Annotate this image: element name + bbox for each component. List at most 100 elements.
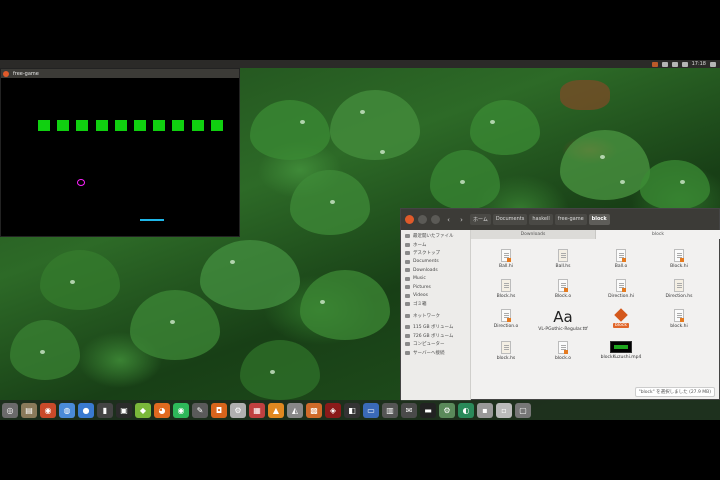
sidebar-item[interactable]: Videos [401, 292, 470, 301]
file-item[interactable]: block.o [533, 341, 593, 371]
file-item[interactable]: Block.o [533, 279, 593, 309]
maximize-icon[interactable] [431, 215, 440, 224]
text-editor-icon[interactable]: ✎ [192, 402, 208, 418]
sidebar-item[interactable]: ホーム [401, 241, 470, 250]
sidebar-item[interactable]: Documents [401, 258, 470, 267]
file-item[interactable]: blockKuzushi.mp4 [591, 341, 651, 371]
document-icon [501, 249, 511, 262]
network-icon[interactable] [671, 61, 678, 67]
water-drop [70, 280, 75, 284]
file-item[interactable]: Ball.hs [533, 249, 593, 279]
sidebar-item[interactable]: コンピューター [401, 340, 470, 349]
tab[interactable]: Downloads [471, 230, 596, 239]
file-item[interactable]: Direction.hi [591, 279, 651, 309]
office-icon[interactable]: ▦ [249, 402, 265, 418]
file-item[interactable]: Direction.o [476, 309, 536, 339]
file-item[interactable]: Direction.hs [649, 279, 709, 309]
game-canvas[interactable] [1, 78, 239, 236]
mail-icon[interactable]: ✉ [401, 402, 417, 418]
sidebar-item[interactable]: Pictures [401, 283, 470, 292]
drive-icon[interactable]: ▪ [477, 402, 493, 418]
console-icon[interactable]: ▬ [420, 402, 436, 418]
forward-arrow-icon[interactable]: › [457, 216, 466, 224]
globe-icon[interactable]: ◐ [458, 402, 474, 418]
sidebar-item[interactable]: サーバーへ接続 [401, 349, 470, 358]
close-icon[interactable] [405, 215, 414, 224]
sidebar-item[interactable]: ネットワーク [401, 312, 470, 321]
sidebar-item[interactable]: ゴミ箱 [401, 300, 470, 309]
clover-leaf [250, 100, 330, 160]
breadcrumb-item[interactable]: ホーム [470, 214, 491, 225]
line-icon[interactable]: ◉ [173, 402, 189, 418]
disk-icon[interactable]: ▫ [496, 402, 512, 418]
file-item[interactable]: Aa VL-PGothic-Regular.ttf [533, 309, 593, 339]
file-item[interactable]: block.hs [476, 341, 536, 371]
android-icon[interactable]: ◆ [135, 402, 151, 418]
photos-icon[interactable]: ▩ [306, 402, 322, 418]
water-drop [320, 300, 325, 304]
water-drop [600, 155, 605, 159]
file-item[interactable]: Block.hs [476, 279, 536, 309]
monitor-icon[interactable]: ▭ [363, 402, 379, 418]
chrome-icon[interactable]: ◍ [59, 402, 75, 418]
network-icon[interactable]: ▥ [382, 402, 398, 418]
breadcrumb-item[interactable]: haskell [529, 214, 553, 225]
update-icon[interactable] [651, 61, 658, 67]
terminal-icon[interactable]: ▮ [97, 402, 113, 418]
sidebar-item[interactable]: デスクトップ [401, 249, 470, 258]
clover-leaf [130, 290, 220, 360]
settings-icon[interactable]: ⚙ [230, 402, 246, 418]
document-icon [501, 309, 511, 322]
vlc-icon[interactable]: ▲ [268, 402, 284, 418]
back-arrow-icon[interactable]: ‹ [444, 216, 453, 224]
folder-icon [405, 342, 410, 347]
clock[interactable]: 17:18 [692, 61, 706, 67]
sidebar-item[interactable]: 最近開いたファイル [401, 232, 470, 241]
panel-indicators: 17:18 [651, 60, 716, 68]
game-window[interactable]: free-game [0, 68, 240, 237]
firefox-icon[interactable]: ◕ [154, 402, 170, 418]
game-titlebar[interactable]: free-game [1, 69, 239, 78]
unity-icon[interactable]: ◭ [287, 402, 303, 418]
breadcrumb-item[interactable]: free-game [554, 214, 587, 225]
sidebar-item[interactable]: 115 GB ボリューム [401, 323, 470, 332]
sidebar-item[interactable]: Downloads [401, 266, 470, 275]
file-manager-window[interactable]: ‹ › ホーム Documents haskell free-game block 最近… [400, 208, 720, 401]
trash-icon[interactable]: ▢ [515, 402, 531, 418]
files-icon[interactable]: ▤ [21, 402, 37, 418]
dry-leaf [560, 80, 610, 110]
wine-icon[interactable]: ◈ [325, 402, 341, 418]
brick-block [76, 120, 89, 131]
file-manager-titlebar[interactable]: ‹ › ホーム Documents haskell free-game block [401, 209, 719, 230]
power-icon[interactable] [710, 61, 716, 67]
clion-icon[interactable]: ▣ [116, 402, 132, 418]
minimize-icon[interactable] [418, 215, 427, 224]
browser-icon[interactable]: ◉ [40, 402, 56, 418]
tab[interactable]: block [596, 230, 720, 239]
launcher-dock: ◎ ▤ ◉ ◍ ● ▮ ▣ ◆ ◕ ◉ ✎ ◘ ⚙ ▦ ▲ ◭ ▩ ◈ ◧ ▭ ▥ ✉ ▬ ⚙ ◐ ▪ ▫ ▢ [0, 400, 720, 420]
folder-icon [405, 293, 410, 298]
sidebar-item[interactable]: 726 GB ボリューム [401, 332, 470, 341]
sidebar-item-label: ホーム [413, 242, 427, 248]
dash-icon[interactable]: ◎ [2, 402, 18, 418]
breadcrumb-item[interactable]: block [588, 214, 610, 225]
document-icon [558, 341, 568, 354]
water-drop [330, 200, 335, 204]
close-icon[interactable] [3, 70, 9, 77]
file-item[interactable]: Ball.hi [476, 249, 536, 279]
breadcrumb-item[interactable]: Documents [492, 214, 528, 225]
sidebar-item-label: 最近開いたファイル [413, 234, 454, 240]
keyboard-icon[interactable] [661, 61, 668, 67]
file-item[interactable]: block [591, 308, 651, 339]
file-item[interactable]: block.hi [649, 309, 709, 339]
chromium-icon[interactable]: ● [78, 402, 94, 418]
file-item[interactable]: Block.hi [649, 249, 709, 279]
volume-icon[interactable] [681, 61, 688, 67]
gear-icon[interactable]: ⚙ [439, 402, 455, 418]
store-icon[interactable]: ◘ [211, 402, 227, 418]
camera-icon[interactable]: ◧ [344, 402, 360, 418]
sidebar-item[interactable]: Music [401, 275, 470, 284]
top-panel: 17:18 [0, 60, 720, 68]
document-icon [674, 279, 684, 292]
file-item[interactable]: Ball.o [591, 249, 651, 279]
